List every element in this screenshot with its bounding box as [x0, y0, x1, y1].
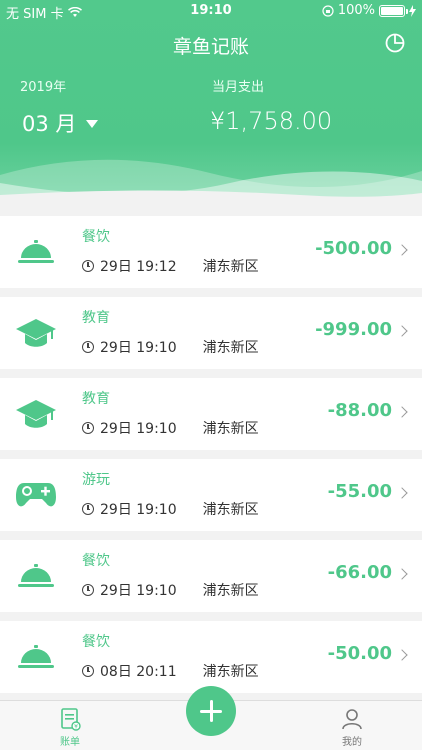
add-record-button[interactable]: [186, 686, 236, 736]
tab-bills[interactable]: ¥ 账单: [40, 707, 100, 748]
entry-amount: -66.00: [327, 562, 392, 583]
clock-icon: [82, 584, 94, 596]
status-bar: 无 SIM 卡 19:10 100%: [0, 0, 422, 22]
orientation-lock-icon: [322, 4, 334, 17]
bill-list-icon: ¥: [61, 708, 81, 731]
battery-percent: 100%: [337, 3, 375, 18]
entry-amount: -55.00: [327, 481, 392, 502]
transaction-row[interactable]: 餐饮 29日 19:12 浦东新区 -500.00: [0, 216, 422, 288]
month-value: 03 月: [22, 112, 77, 136]
chevron-right-icon: [396, 406, 408, 418]
chevron-right-icon: [396, 487, 408, 499]
food-cloche-icon: [18, 645, 54, 668]
chevron-right-icon: [396, 325, 408, 337]
entry-location: 浦东新区: [202, 664, 259, 680]
transaction-row[interactable]: 餐饮 29日 19:10 浦东新区 -66.00: [0, 540, 422, 612]
category-label: 教育: [82, 391, 110, 407]
entry-amount: -88.00: [327, 400, 392, 421]
category-label: 餐饮: [82, 553, 110, 569]
tab-me-label: 我的: [342, 737, 362, 748]
entry-time: 29日 19:10: [100, 583, 177, 599]
transaction-row[interactable]: 游玩 29日 19:10 浦东新区 -55.00: [0, 459, 422, 531]
category-label: 餐饮: [82, 229, 110, 245]
clock-icon: [82, 422, 94, 434]
graduation-cap-icon: [16, 319, 56, 347]
entry-location: 浦东新区: [202, 583, 259, 599]
app-title: 章鱼记账: [172, 36, 249, 58]
svg-text:¥: ¥: [74, 724, 78, 731]
expense-label: 当月支出: [212, 80, 265, 95]
battery-icon: [379, 4, 408, 17]
tab-bills-label: 账单: [60, 737, 80, 748]
caret-down-icon: [86, 120, 99, 128]
header: 无 SIM 卡 19:10 100% 章鱼记账 2019年 当月支出 03 月 …: [0, 0, 422, 205]
transaction-row[interactable]: 餐饮 08日 20:11 浦东新区 -50.00: [0, 621, 422, 693]
entry-location: 浦东新区: [202, 340, 259, 356]
pie-chart-icon[interactable]: [384, 32, 406, 54]
chevron-right-icon: [396, 649, 408, 661]
entry-time: 29日 19:12: [100, 259, 177, 275]
entry-location: 浦东新区: [202, 421, 259, 437]
entry-time: 29日 19:10: [100, 340, 177, 356]
entry-time: 29日 19:10: [100, 502, 177, 518]
entry-location: 浦东新区: [202, 502, 259, 518]
entry-time: 29日 19:10: [100, 421, 177, 437]
header-wave: [0, 159, 422, 205]
entry-amount: -500.00: [315, 238, 392, 259]
charging-icon: [409, 4, 416, 17]
graduation-cap-icon: [16, 400, 56, 428]
year-label: 2019年: [20, 80, 67, 95]
entry-time: 08日 20:11: [100, 664, 177, 680]
tab-me[interactable]: 我的: [322, 707, 382, 748]
clock-icon: [82, 260, 94, 272]
food-cloche-icon: [18, 564, 54, 587]
transaction-row[interactable]: 教育 29日 19:10 浦东新区 -88.00: [0, 378, 422, 450]
monthly-expense-total: ¥1,758.00: [210, 107, 333, 135]
month-selector[interactable]: 03 月: [22, 108, 99, 138]
food-cloche-icon: [18, 240, 54, 263]
clock-icon: [82, 341, 94, 353]
chevron-right-icon: [396, 568, 408, 580]
category-label: 游玩: [82, 472, 110, 488]
entry-amount: -50.00: [327, 643, 392, 664]
entry-amount: -999.00: [315, 319, 392, 340]
gamepad-icon: [16, 483, 56, 507]
category-label: 餐饮: [82, 634, 110, 650]
user-icon: [342, 709, 362, 730]
clock-icon: [82, 503, 94, 515]
clock-icon: [82, 665, 94, 677]
category-label: 教育: [82, 310, 110, 326]
entry-location: 浦东新区: [202, 259, 259, 275]
transaction-row[interactable]: 教育 29日 19:10 浦东新区 -999.00: [0, 297, 422, 369]
chevron-right-icon: [396, 244, 408, 256]
